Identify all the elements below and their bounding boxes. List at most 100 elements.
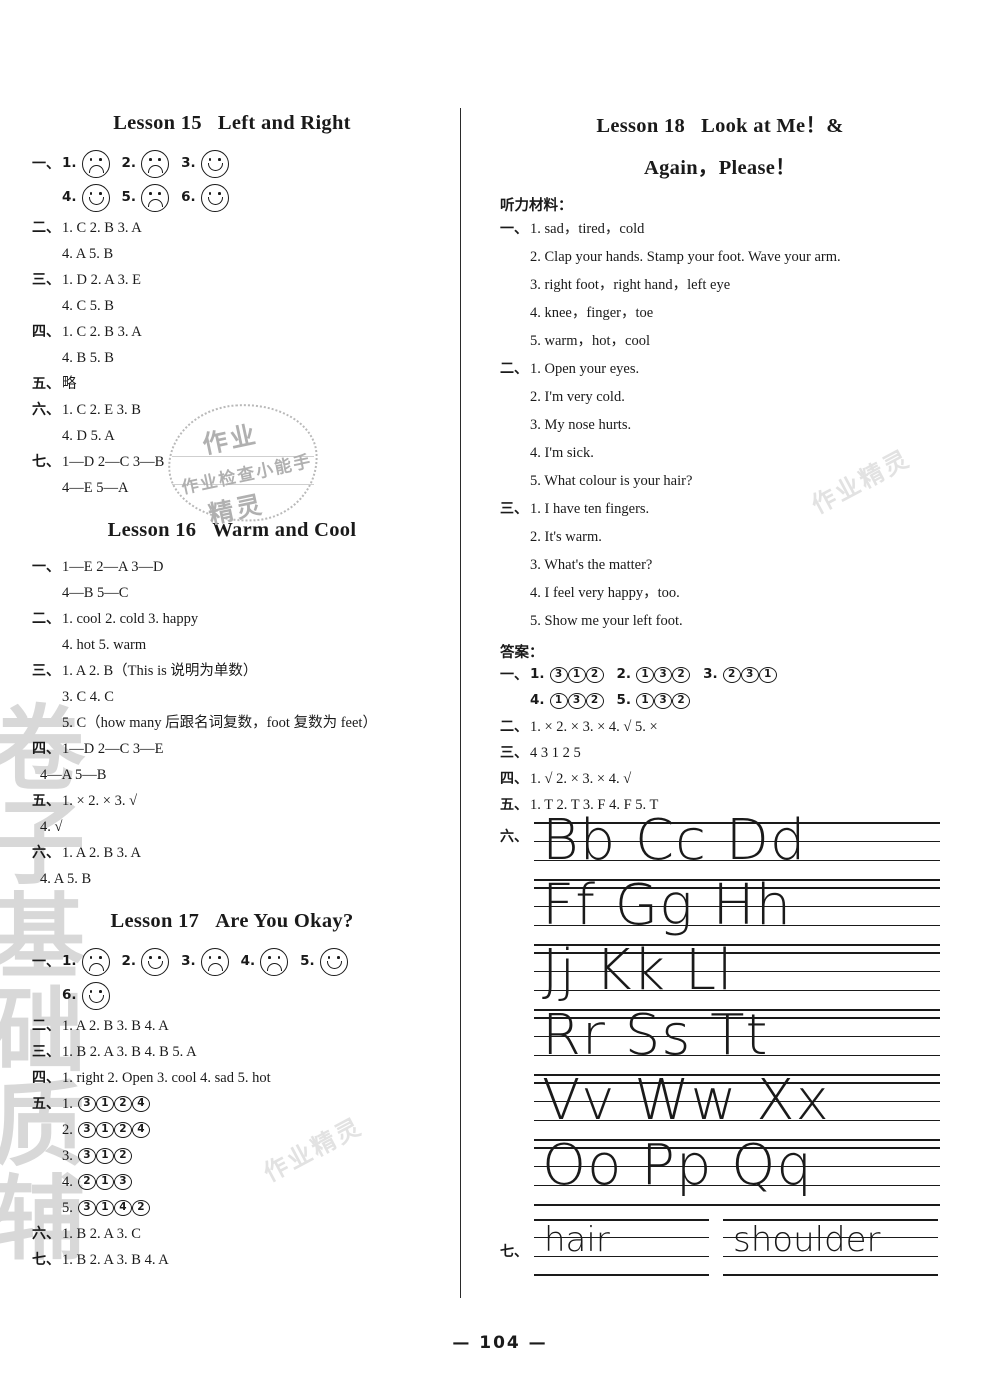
listening-text: 5. Show me your left foot.	[530, 612, 683, 629]
answer-row: 一、4.5.6.	[32, 181, 432, 215]
answer-row: 七、 1—D 2—C 3—B	[32, 449, 432, 475]
lesson-title: Lesson 18 Look at Me！&	[500, 108, 940, 138]
answer-text: 4. B 5. B	[62, 349, 114, 366]
listening-text: 3. My nose hurts.	[530, 416, 632, 433]
column-divider	[460, 108, 461, 1298]
answer-text: 2.	[62, 1121, 73, 1138]
item-number: 4.	[62, 189, 77, 206]
answer-row: 一、4—B 5—C	[32, 580, 432, 606]
answer-row: 五、 1. 3 1 2 4	[32, 1091, 432, 1117]
answer-text: 1. A 2. B（This is 说明为单数）	[62, 662, 258, 679]
lesson-title-name: Left and Right	[217, 112, 351, 134]
circled-digits: 231	[722, 667, 777, 683]
answer-row: 三、 1. D 2. A 3. E	[32, 267, 432, 293]
answer-row: 六、 1. A 2. B 3. A	[32, 840, 432, 866]
handwriting-letters: Vv Ww Xx	[542, 1068, 830, 1133]
circled-digit: 3	[77, 1200, 96, 1216]
answer-row: 三、 4 3 1 2 5	[500, 740, 940, 766]
answer-text: 5. C（how many 后跟名词复数，foot 复数为 feet）	[62, 714, 377, 731]
lesson-title-name: Warm and Cool	[212, 519, 357, 541]
answer-row: 一、 1—E 2—A 3—D	[32, 554, 432, 580]
section-number: 二、	[32, 1018, 60, 1034]
answer-text: 4. A 5. B	[40, 870, 92, 887]
listening-text: 4. knee，finger，toe	[530, 304, 654, 321]
listening-text: 2. Clap your hands. Stamp your foot. Wav…	[530, 248, 841, 265]
answer-text: 1. B 2. A 3. B 4. A	[62, 1251, 169, 1268]
answer-row: 一、4. A 5. B	[32, 866, 432, 892]
circled-digit: 1	[95, 1200, 114, 1216]
item-number: 3.	[703, 666, 718, 683]
circled-digit: 1	[636, 693, 655, 709]
circled-digit: 2	[131, 1200, 150, 1216]
circled-digit: 1	[567, 667, 586, 683]
listening-row: 一、2. I'm very cold.	[500, 383, 940, 411]
item-number: 3.	[181, 155, 196, 172]
answer-text: 1. A 2. B 3. A	[62, 844, 141, 861]
sad-face-icon	[81, 150, 110, 178]
answer-text: 1. C 2. E 3. B	[62, 401, 141, 418]
answer-text: 4. D 5. A	[62, 427, 115, 444]
circled-digit: 4	[131, 1122, 150, 1138]
listening-text: 4. I'm sick.	[530, 444, 594, 461]
lesson-title: Lesson 17 Are You Okay?	[32, 910, 432, 933]
listening-row: 一、4. I feel very happy，too.	[500, 579, 940, 607]
answer-row: 一、4—E 5—A	[32, 475, 432, 501]
item-number: 5.	[300, 953, 315, 970]
item-number: 4.	[240, 953, 256, 970]
circled-digits: 3124	[77, 1122, 150, 1138]
answer-text: 1. × 2. × 3. × 4. √ 5. ×	[530, 718, 658, 735]
listening-row: 一、2. It's warm.	[500, 523, 940, 551]
circled-digits: 3124	[77, 1096, 150, 1112]
answer-row: 二、 1. × 2. × 3. × 4. √ 5. ×	[500, 714, 940, 740]
sad-face-icon	[260, 948, 289, 976]
section-number: 五、	[500, 797, 528, 813]
section-number: 七、	[500, 1244, 528, 1260]
answer-row: 三、 1. B 2. A 3. B 4. B 5. A	[32, 1039, 432, 1065]
circled-digit: 4	[131, 1096, 150, 1112]
listening-text: 5. warm，hot，cool	[530, 332, 651, 349]
answer-text: 1. B 2. A 3. C	[62, 1225, 141, 1242]
circled-digit: 2	[113, 1122, 132, 1138]
item-number: 1.	[530, 666, 545, 683]
answer-row: 四、 1—D 2—C 3—E	[32, 736, 432, 762]
listening-heading: 听力材料：	[500, 198, 573, 214]
circled-digit: 2	[672, 693, 691, 709]
handwriting-block: 六、 Bb Cc Dd Ff Gg Hh Jj Kk Ll Rr Ss Tt Vv Ww …	[500, 813, 940, 1209]
answer-text: 4. √	[40, 818, 63, 835]
lesson-title: Lesson 16 Warm and Cool	[32, 519, 432, 542]
listening-text: 3. right foot，right hand，left eye	[530, 276, 731, 293]
circled-digit: 3	[654, 693, 673, 709]
listening-row: 一、5. Show me your left foot.	[500, 607, 940, 635]
item-number: 4.	[530, 692, 545, 709]
circled-digit: 3	[77, 1122, 96, 1138]
handwriting-letters: Ff Gg Hh	[542, 873, 793, 938]
listening-text: 1. I have ten fingers.	[530, 500, 650, 517]
answer-text: 略	[62, 375, 77, 392]
circled-digit: 1	[95, 1122, 114, 1138]
listening-text: 3. What's the matter?	[530, 556, 653, 573]
item-number: 2.	[616, 666, 632, 683]
circled-digit: 1	[549, 693, 568, 709]
answer-text: 4—B 5—C	[62, 584, 129, 601]
sad-face-icon	[81, 948, 110, 976]
section-number: 四、	[32, 324, 60, 340]
circled-digit: 3	[113, 1174, 132, 1190]
item-number: 6.	[181, 189, 196, 206]
listening-text: 1. Open your eyes.	[530, 360, 640, 377]
answer-row: 一、4.1325.132	[500, 688, 940, 714]
item-number: 3.	[181, 953, 196, 970]
circled-digits: 132	[549, 693, 604, 709]
answer-row: 一、4. hot 5. warm	[32, 632, 432, 658]
handwriting-letters: Bb Cc Dd	[542, 808, 807, 873]
handwriting-letters: Oo Pp Qq	[542, 1133, 813, 1198]
answer-row: 七、 1. B 2. A 3. B 4. A	[32, 1247, 432, 1273]
answer-text: 1.	[62, 1095, 73, 1112]
listening-row: 一、3. What's the matter?	[500, 551, 940, 579]
lesson-title-prefix: Lesson 18	[596, 115, 686, 137]
item-number: 1.	[62, 953, 77, 970]
section-number: 二、	[32, 220, 60, 236]
circled-digit: 2	[672, 667, 691, 683]
section-number: 四、	[32, 741, 60, 757]
answer-text: 1—E 2—A 3—D	[62, 558, 164, 575]
word-text: shoulder	[733, 1220, 881, 1260]
